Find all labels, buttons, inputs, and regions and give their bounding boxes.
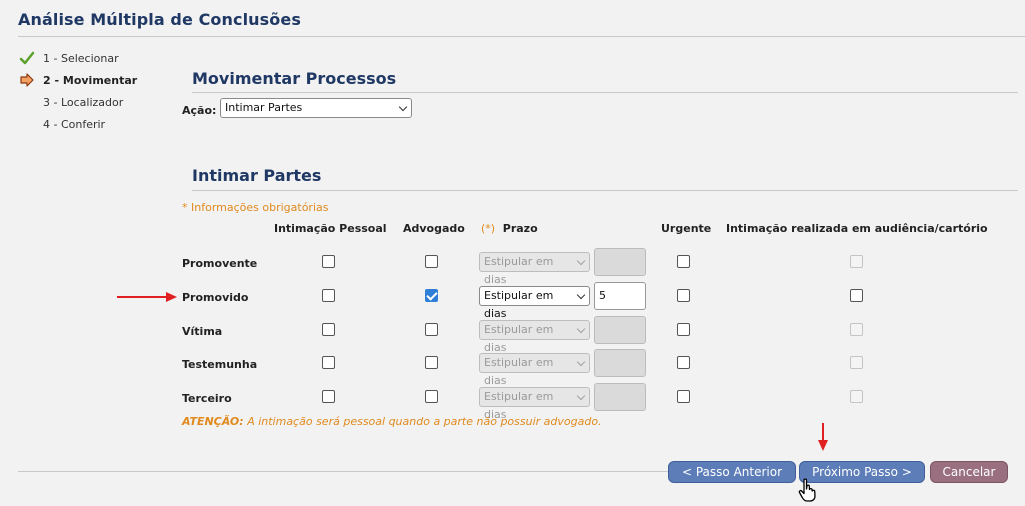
chevron-down-icon	[576, 290, 586, 300]
prazo-days-input	[594, 248, 646, 276]
section-title-movimentar: Movimentar Processos	[192, 69, 397, 88]
checkbox-pessoal[interactable]	[322, 390, 335, 403]
chevron-down-icon	[576, 256, 586, 266]
checkbox-urgente[interactable]	[677, 323, 690, 336]
check-icon	[19, 51, 35, 65]
required-marker: (*)	[481, 222, 496, 235]
col-header-audiencia: Intimação realizada em audiência/cartóri…	[726, 222, 988, 235]
checkbox-urgente[interactable]	[677, 390, 690, 403]
row-label: Terceiro	[182, 392, 232, 405]
warning-message: ATENÇÃO: A intimação será pessoal quando…	[182, 415, 602, 428]
col-header-advogado: Advogado	[403, 222, 465, 235]
prazo-days-input[interactable]: 5	[594, 282, 646, 310]
section-divider	[192, 92, 1018, 93]
col-header-prazo-label: Prazo	[502, 222, 538, 235]
checkbox-pessoal[interactable]	[322, 255, 335, 268]
checkbox-pessoal[interactable]	[322, 323, 335, 336]
checkbox-urgente[interactable]	[677, 289, 690, 302]
prazo-select-value: Estipular em dias	[484, 323, 554, 354]
hand-cursor-icon	[798, 478, 816, 502]
checkbox-audiencia	[850, 356, 863, 369]
checkbox-audiencia[interactable]	[850, 289, 863, 302]
prazo-days-input	[594, 316, 646, 344]
row-label: Promovente	[182, 257, 258, 270]
section-title-intimar: Intimar Partes	[192, 166, 322, 185]
prazo-days-input	[594, 349, 646, 377]
checkbox-advogado[interactable]	[425, 289, 438, 302]
prazo-select-value: Estipular em dias	[484, 356, 554, 387]
chevron-down-icon	[398, 102, 408, 112]
step-label: 2 - Movimentar	[43, 74, 138, 87]
row-label: Testemunha	[182, 358, 258, 371]
row-label: Promovido	[182, 291, 249, 304]
step-label: 3 - Localizador	[43, 96, 124, 109]
title-divider	[18, 36, 1025, 37]
checkbox-advogado[interactable]	[425, 255, 438, 268]
prazo-select: Estipular em dias	[479, 252, 590, 286]
checkbox-audiencia	[850, 255, 863, 268]
checkbox-audiencia	[850, 323, 863, 336]
step-label: 4 - Conferir	[43, 118, 106, 131]
step-localizador[interactable]: 3 - Localizador	[18, 94, 137, 116]
required-note: * Informações obrigatórias	[182, 201, 329, 214]
wizard-steps: 1 - Selecionar 2 - Movimentar 3 - Locali…	[18, 50, 137, 138]
chevron-down-icon	[576, 324, 586, 334]
warning-text: A intimação será pessoal quando a parte …	[247, 415, 602, 428]
warning-label: ATENÇÃO:	[182, 415, 244, 428]
checkbox-pessoal[interactable]	[322, 289, 335, 302]
chevron-down-icon	[576, 357, 586, 367]
section-divider	[192, 190, 1018, 191]
red-arrow-down-annotation-icon	[818, 423, 828, 451]
checkbox-urgente[interactable]	[677, 255, 690, 268]
prazo-select-value: Estipular em dias	[484, 289, 554, 320]
step-conferir[interactable]: 4 - Conferir	[18, 116, 137, 138]
prazo-select: Estipular em dias	[479, 387, 590, 421]
step-selecionar[interactable]: 1 - Selecionar	[18, 50, 137, 72]
prazo-select: Estipular em dias	[479, 320, 590, 354]
prazo-select: Estipular em dias	[479, 353, 590, 387]
acao-select[interactable]: Intimar Partes	[220, 98, 412, 118]
cancel-button[interactable]: Cancelar	[930, 461, 1008, 483]
arrow-right-icon	[20, 73, 34, 87]
prazo-select[interactable]: Estipular em dias	[479, 286, 590, 320]
row-label: Vítima	[182, 325, 223, 338]
checkbox-advogado[interactable]	[425, 390, 438, 403]
checkbox-audiencia	[850, 390, 863, 403]
footer-divider	[18, 471, 670, 472]
acao-label: Ação:	[182, 104, 217, 117]
red-arrow-annotation-icon	[117, 292, 177, 302]
step-label: 1 - Selecionar	[43, 52, 119, 65]
checkbox-pessoal[interactable]	[322, 356, 335, 369]
previous-step-button[interactable]: < Passo Anterior	[668, 461, 796, 483]
col-header-urgente: Urgente	[661, 222, 712, 235]
checkbox-urgente[interactable]	[677, 356, 690, 369]
prazo-select-value: Estipular em dias	[484, 255, 554, 286]
checkbox-advogado[interactable]	[425, 323, 438, 336]
chevron-down-icon	[576, 391, 586, 401]
acao-select-value: Intimar Partes	[225, 101, 303, 114]
page-title: Análise Múltipla de Conclusões	[18, 10, 301, 29]
col-header-pessoal: Intimação Pessoal	[274, 222, 387, 235]
checkbox-advogado[interactable]	[425, 356, 438, 369]
step-movimentar[interactable]: 2 - Movimentar	[18, 72, 137, 94]
prazo-days-input	[594, 383, 646, 411]
col-header-prazo: (*) Prazo	[481, 222, 538, 235]
